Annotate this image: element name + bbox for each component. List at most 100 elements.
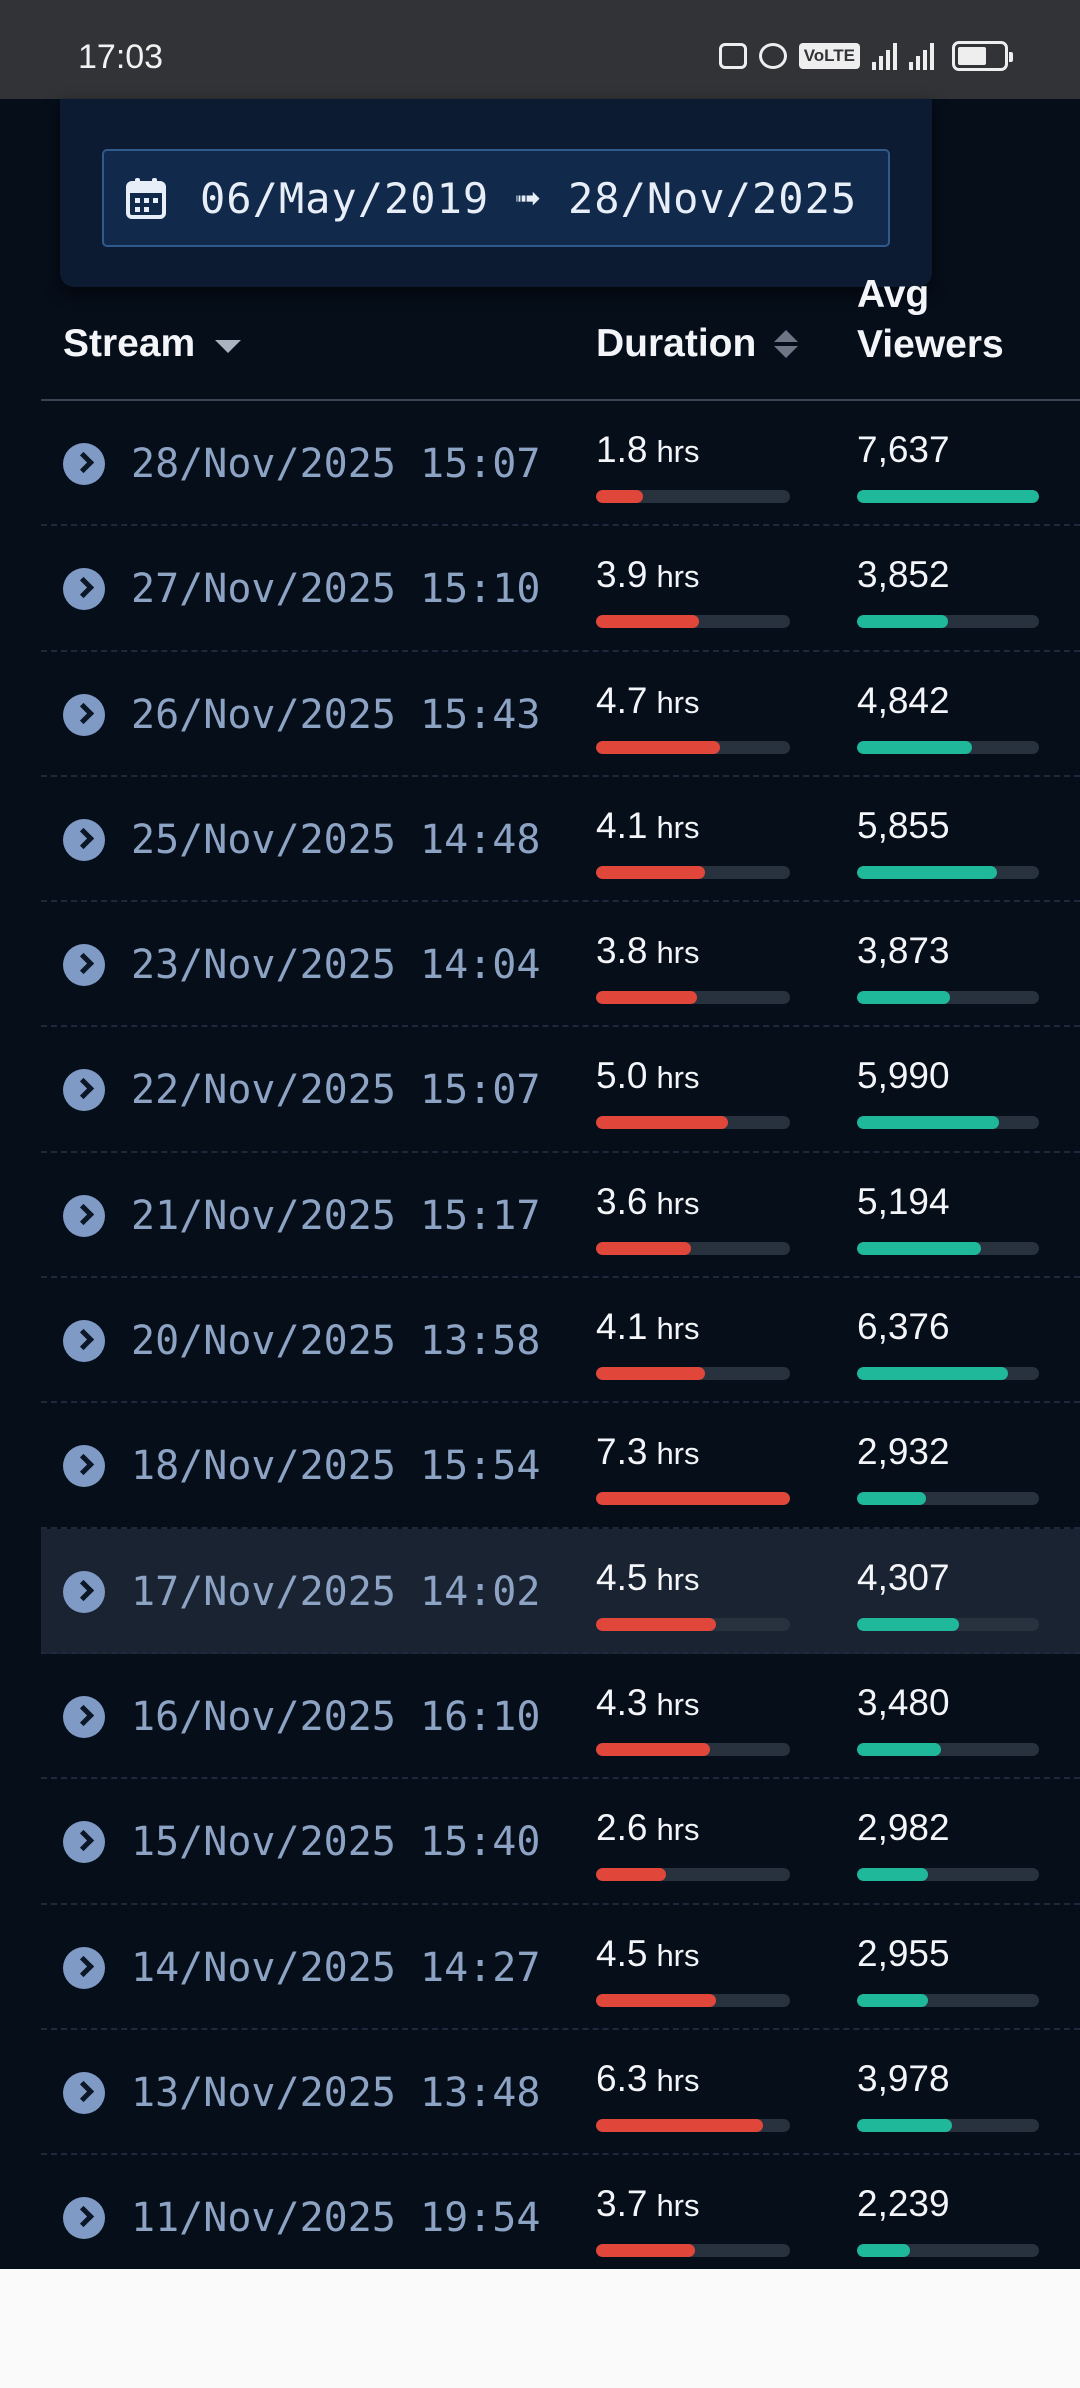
- stream-date-link[interactable]: 21/Nov/2025 15:17: [131, 1193, 540, 1239]
- stream-date-link[interactable]: 20/Nov/2025 13:58: [131, 1318, 540, 1364]
- table-row[interactable]: 14/Nov/2025 14:27 4.5 hrs 2,955: [41, 1905, 1080, 2030]
- expand-arrow-icon[interactable]: [63, 693, 105, 736]
- duration-bar: [596, 1367, 790, 1381]
- expand-arrow-icon[interactable]: [63, 443, 105, 485]
- table-row[interactable]: 20/Nov/2025 13:58 4.1 hrs 6,376: [41, 1278, 1080, 1404]
- stream-date-link[interactable]: 25/Nov/2025 14:48: [131, 817, 540, 863]
- duration-number: 3.7: [596, 2183, 648, 2225]
- expand-arrow-icon[interactable]: [63, 2071, 105, 2114]
- expand-arrow-icon[interactable]: [63, 568, 105, 611]
- duration-unit: hrs: [656, 1561, 700, 1597]
- stream-date-link[interactable]: 28/Nov/2025 15:07: [131, 441, 540, 487]
- expand-arrow-icon[interactable]: [63, 2197, 105, 2240]
- column-header-duration[interactable]: Duration: [596, 322, 799, 366]
- expand-arrow-icon[interactable]: [63, 818, 105, 861]
- table-row[interactable]: 11/Nov/2025 19:54 3.7 hrs 2,239: [41, 2155, 1080, 2281]
- duration-bar-fill: [596, 1116, 728, 1130]
- duration-bar-fill: [596, 1742, 711, 1756]
- table-row[interactable]: 17/Nov/2025 14:02 4.5 hrs 4,307: [41, 1528, 1080, 1654]
- viewers-value: 3,480: [857, 1681, 950, 1723]
- viewers-bar: [857, 2118, 1039, 2132]
- column-header-avg-viewers[interactable]: Avg Viewers: [857, 270, 1004, 370]
- duration-number: 4.1: [596, 804, 648, 846]
- status-icons: VoLTE: [718, 41, 1013, 71]
- viewers-value: 6,376: [857, 1306, 950, 1348]
- bottom-blank-area: [0, 2269, 1080, 2388]
- column-header-duration-label: Duration: [596, 322, 757, 365]
- stream-date-link[interactable]: 23/Nov/2025 14:04: [131, 942, 540, 988]
- duration-unit: hrs: [656, 2188, 700, 2224]
- duration-bar-fill: [596, 1617, 717, 1631]
- table-row[interactable]: 18/Nov/2025 15:54 7.3 hrs 2,932: [41, 1403, 1080, 1529]
- duration-number: 5.0: [596, 1055, 648, 1097]
- viewers-bar: [857, 1241, 1039, 1255]
- stream-date-link[interactable]: 14/Nov/2025 14:27: [131, 1945, 540, 1991]
- battery-icon: [952, 41, 1013, 71]
- duration-bar: [596, 1617, 790, 1631]
- viewers-bar: [857, 490, 1039, 503]
- viewers-bar: [857, 740, 1039, 754]
- duration-value: 4.7 hrs: [596, 680, 700, 722]
- duration-bar-fill: [596, 615, 699, 629]
- calendar-icon: [126, 177, 166, 219]
- duration-number: 3.9: [596, 554, 648, 596]
- table-row[interactable]: 27/Nov/2025 15:10 3.9 hrs 3,852: [41, 526, 1080, 652]
- table-row[interactable]: 16/Nov/2025 16:10 4.3 hrs 3,480: [41, 1654, 1080, 1780]
- stream-date-link[interactable]: 16/Nov/2025 16:10: [131, 1694, 540, 1740]
- duration-bar: [596, 1492, 790, 1506]
- viewers-bar: [857, 865, 1039, 879]
- expand-arrow-icon[interactable]: [63, 1069, 105, 1112]
- expand-arrow-icon[interactable]: [63, 1821, 105, 1864]
- duration-bar: [596, 615, 790, 629]
- column-header-stream[interactable]: Stream: [63, 322, 242, 366]
- viewers-bar: [857, 1868, 1039, 1882]
- expand-arrow-icon[interactable]: [63, 1194, 105, 1237]
- stream-date-link[interactable]: 26/Nov/2025 15:43: [131, 692, 540, 738]
- expand-arrow-icon[interactable]: [63, 1695, 105, 1738]
- table-row[interactable]: 15/Nov/2025 15:40 2.6 hrs 2,982: [41, 1779, 1080, 1905]
- stream-date-link[interactable]: 27/Nov/2025 15:10: [131, 566, 540, 612]
- stream-date-link[interactable]: 18/Nov/2025 15:54: [131, 1443, 540, 1489]
- duration-value: 6.3 hrs: [596, 2058, 700, 2100]
- viewers-value: 3,873: [857, 930, 950, 972]
- duration-value: 4.5 hrs: [596, 1557, 700, 1599]
- duration-unit: hrs: [656, 809, 700, 845]
- table-header: Stream Duration Avg Viewers: [41, 270, 1080, 401]
- viewers-value: 5,194: [857, 1180, 950, 1222]
- viewers-value: 7,637: [857, 429, 950, 470]
- duration-value: 4.5 hrs: [596, 1933, 700, 1975]
- nfc-icon: [718, 43, 747, 69]
- expand-arrow-icon[interactable]: [63, 1445, 105, 1488]
- duration-number: 1.8: [596, 429, 648, 470]
- viewers-bar-fill: [857, 1742, 941, 1756]
- viewers-value: 4,307: [857, 1556, 950, 1598]
- duration-unit: hrs: [656, 1686, 700, 1722]
- table-row[interactable]: 25/Nov/2025 14:48 4.1 hrs 5,855: [41, 777, 1080, 903]
- table-row[interactable]: 23/Nov/2025 14:04 3.8 hrs 3,873: [41, 902, 1080, 1028]
- viewers-bar-fill: [857, 490, 1039, 503]
- viewers-bar-fill: [857, 865, 998, 879]
- stream-date-link[interactable]: 17/Nov/2025 14:02: [131, 1569, 540, 1615]
- stream-date-link[interactable]: 13/Nov/2025 13:48: [131, 2070, 540, 2116]
- viewers-value: 5,855: [857, 804, 950, 846]
- expand-arrow-icon[interactable]: [63, 1320, 105, 1363]
- duration-number: 7.3: [596, 1431, 648, 1473]
- stream-date-link[interactable]: 11/Nov/2025 19:54: [131, 2195, 540, 2241]
- expand-arrow-icon[interactable]: [63, 944, 105, 987]
- duration-unit: hrs: [656, 2062, 700, 2098]
- duration-unit: hrs: [656, 559, 700, 595]
- table-row[interactable]: 21/Nov/2025 15:17 3.6 hrs 5,194: [41, 1153, 1080, 1279]
- table-row[interactable]: 28/Nov/2025 15:07 1.8 hrs 7,637: [41, 401, 1080, 527]
- date-range-picker[interactable]: 06/May/2019 ➟ 28/Nov/2025: [102, 149, 890, 247]
- expand-arrow-icon[interactable]: [63, 1570, 105, 1613]
- stream-date-link[interactable]: 15/Nov/2025 15:40: [131, 1819, 540, 1865]
- duration-bar: [596, 1868, 790, 1882]
- table-row[interactable]: 22/Nov/2025 15:07 5.0 hrs 5,990: [41, 1027, 1080, 1153]
- table-row[interactable]: 13/Nov/2025 13:48 6.3 hrs 3,978: [41, 2030, 1080, 2156]
- expand-arrow-icon[interactable]: [63, 1946, 105, 1989]
- stream-date-link[interactable]: 22/Nov/2025 15:07: [131, 1067, 540, 1113]
- table-row[interactable]: 26/Nov/2025 15:43 4.7 hrs 4,842: [41, 652, 1080, 777]
- duration-bar: [596, 1993, 790, 2007]
- viewers-value: 4,842: [857, 679, 950, 721]
- duration-bar: [596, 2118, 790, 2132]
